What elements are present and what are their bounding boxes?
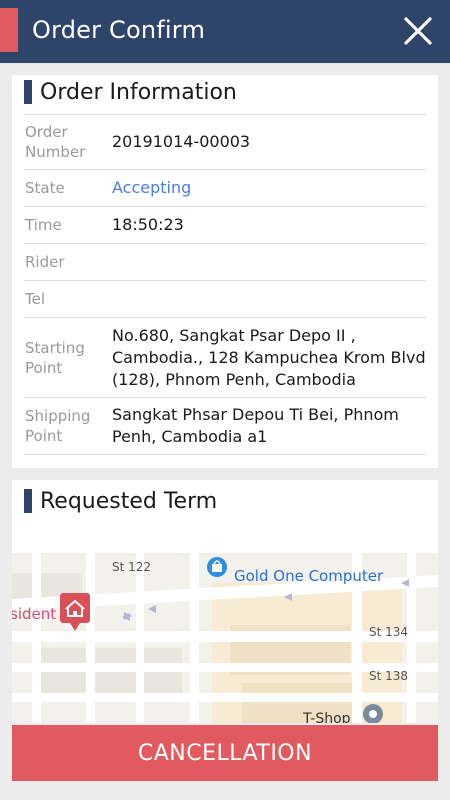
section-title: Requested Term bbox=[40, 488, 218, 514]
value-order-number: 20191014-00003 bbox=[112, 132, 251, 151]
close-icon[interactable] bbox=[396, 10, 440, 54]
map-poi-label: sident bbox=[12, 605, 56, 623]
map-block bbox=[32, 648, 182, 698]
label-shipping-point: Shipping Point bbox=[25, 407, 91, 445]
row-shipping-point: Shipping Point Sangkat Phsar Depou Ti Be… bbox=[24, 398, 426, 455]
requested-term-heading: Requested Term bbox=[24, 486, 217, 516]
label-tel: Tel bbox=[25, 290, 46, 308]
shopping-bag-icon bbox=[207, 557, 227, 577]
map-road bbox=[12, 693, 438, 702]
map-poi-label: Gold One Computer bbox=[234, 567, 384, 585]
value-shipping-point: Sangkat Phsar Depou Ti Bei, Phnom Penh, … bbox=[112, 405, 399, 446]
page-title: Order Confirm bbox=[32, 16, 206, 44]
cancellation-button[interactable]: CANCELLATION bbox=[12, 725, 438, 781]
section-title: Order Information bbox=[40, 79, 237, 105]
order-information-card: Order Information Order Number 20191014-… bbox=[12, 75, 438, 468]
row-time: Time 18:50:23 bbox=[24, 207, 426, 244]
value-state: Accepting bbox=[112, 178, 192, 197]
row-state: State Accepting bbox=[24, 170, 426, 207]
label-rider: Rider bbox=[25, 253, 65, 271]
map-street-label: St 134 bbox=[369, 625, 408, 639]
order-info-table: Order Number 20191014-00003 State Accept… bbox=[24, 114, 426, 455]
label-starting-point: Starting Point bbox=[25, 338, 85, 377]
value-time: 18:50:23 bbox=[112, 215, 184, 234]
row-rider: Rider bbox=[24, 244, 426, 281]
label-order-number: Order Number bbox=[25, 123, 86, 161]
map-road bbox=[136, 553, 144, 723]
map-street-label: St 138 bbox=[369, 669, 408, 683]
row-tel: Tel bbox=[24, 281, 426, 318]
map-road bbox=[190, 553, 199, 723]
map-poi-label: T-Shop bbox=[302, 711, 351, 723]
app-header: Order Confirm bbox=[0, 0, 450, 63]
label-time: Time bbox=[25, 216, 62, 234]
section-marker bbox=[24, 80, 32, 104]
row-order-number: Order Number 20191014-00003 bbox=[24, 115, 426, 170]
label-state: State bbox=[25, 179, 65, 197]
order-information-heading: Order Information bbox=[24, 77, 237, 107]
row-starting-point: Starting Point No.680, Sangkat Psar Depo… bbox=[24, 318, 426, 398]
map-road bbox=[32, 553, 41, 723]
header-accent bbox=[0, 8, 18, 52]
value-starting-point: No.680, Sangkat Psar Depo II , Cambodia.… bbox=[112, 325, 426, 389]
map-road bbox=[407, 553, 416, 723]
section-marker bbox=[24, 489, 32, 513]
map-view[interactable]: St 122 Gold One Computer St 134 St 138 T… bbox=[12, 553, 438, 723]
map-road bbox=[86, 553, 95, 723]
requested-term-card: Requested Term bbox=[12, 480, 438, 553]
map-street-label: St 122 bbox=[112, 560, 151, 574]
